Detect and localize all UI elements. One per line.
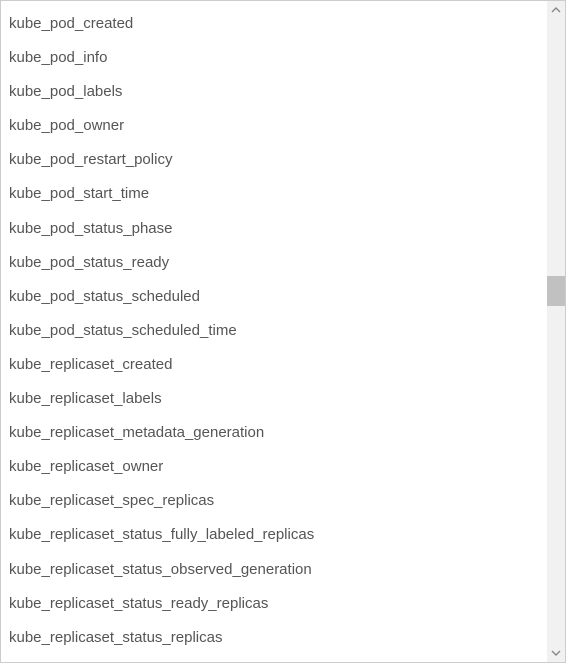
metric-list-panel: kube_pod_created kube_pod_info kube_pod_… <box>0 0 566 663</box>
list-item[interactable]: kube_pod_status_ready <box>9 246 547 280</box>
list-item[interactable]: kube_pod_status_scheduled <box>9 280 547 314</box>
list-item[interactable]: kube_pod_owner <box>9 109 547 143</box>
list-item[interactable]: kube_pod_labels <box>9 75 547 109</box>
list-item[interactable]: kube_replicaset_created <box>9 348 547 382</box>
metric-list-inner: kube_pod_created kube_pod_info kube_pod_… <box>1 1 547 662</box>
scroll-up-arrow-icon[interactable] <box>547 1 565 19</box>
list-item[interactable]: kube_pod_info <box>9 41 547 75</box>
list-item[interactable]: kube_replicaset_spec_replicas <box>9 484 547 518</box>
list-item[interactable]: kube_replicaset_owner <box>9 450 547 484</box>
list-item[interactable]: kube_pod_status_scheduled_time <box>9 314 547 348</box>
list-item[interactable]: kube_secret_created <box>9 655 547 662</box>
metric-list[interactable]: kube_pod_created kube_pod_info kube_pod_… <box>1 1 547 662</box>
scroll-track[interactable] <box>547 19 565 644</box>
scroll-down-arrow-icon[interactable] <box>547 644 565 662</box>
list-item[interactable]: kube_pod_status_phase <box>9 212 547 246</box>
list-item[interactable]: kube_pod_created <box>9 7 547 41</box>
list-item[interactable]: kube_replicaset_status_fully_labeled_rep… <box>9 518 547 552</box>
list-item[interactable]: kube_replicaset_status_replicas <box>9 621 547 655</box>
list-item[interactable]: kube_pod_restart_policy <box>9 143 547 177</box>
list-item[interactable]: kube_replicaset_labels <box>9 382 547 416</box>
list-item[interactable]: kube_pod_start_time <box>9 177 547 211</box>
list-item[interactable]: kube_replicaset_status_ready_replicas <box>9 587 547 621</box>
list-item[interactable]: kube_replicaset_status_observed_generati… <box>9 553 547 587</box>
list-item[interactable]: kube_replicaset_metadata_generation <box>9 416 547 450</box>
vertical-scrollbar[interactable] <box>547 1 565 662</box>
scroll-thumb[interactable] <box>547 276 565 306</box>
